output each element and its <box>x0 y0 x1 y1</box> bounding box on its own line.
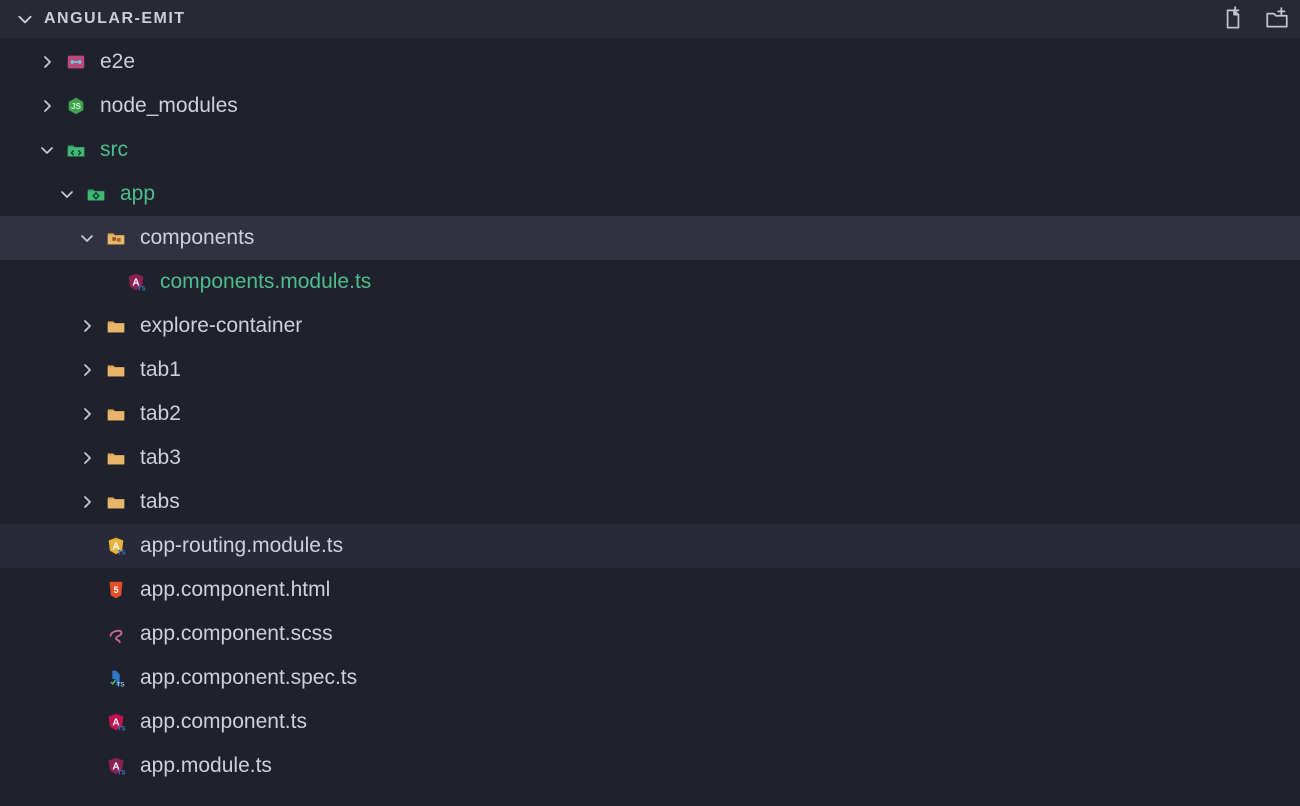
tree-row-app-routing[interactable]: ATS app-routing.module.ts <box>0 524 1300 568</box>
folder-icon <box>104 446 128 470</box>
tree-row-components[interactable]: components <box>0 216 1300 260</box>
tree-label: app.component.scss <box>140 622 333 646</box>
tree-row-node_modules[interactable]: JS node_modules <box>0 84 1300 128</box>
svg-text:TS: TS <box>117 725 126 732</box>
chevron-down-icon[interactable] <box>74 225 100 251</box>
file-scss-icon <box>104 622 128 646</box>
tree-label: app <box>120 182 155 206</box>
folder-icon <box>104 314 128 338</box>
svg-text:TS: TS <box>117 769 126 776</box>
folder-e2e-icon <box>64 50 88 74</box>
tree-label: components.module.ts <box>160 270 371 294</box>
chevron-right-icon[interactable] <box>34 93 60 119</box>
tree-row-app-scss[interactable]: app.component.scss <box>0 612 1300 656</box>
tree-label: app.component.ts <box>140 710 307 734</box>
folder-icon <box>104 402 128 426</box>
chevron-down-icon[interactable] <box>34 137 60 163</box>
file-ng-routing-icon: ATS <box>104 534 128 558</box>
chevron-right-icon[interactable] <box>74 489 100 515</box>
tree-row-src[interactable]: src <box>0 128 1300 172</box>
tree-row-app-module[interactable]: ATS app.module.ts <box>0 744 1300 788</box>
svg-text:5: 5 <box>113 585 118 595</box>
panel-collapse-chevron-icon[interactable] <box>16 10 34 28</box>
file-tree: e2e JS node_modulessrc app components ATS comp… <box>0 38 1300 788</box>
panel-header: ANGULAR-EMIT <box>0 0 1300 38</box>
folder-node-icon: JS <box>64 94 88 118</box>
explorer-panel: ANGULAR-EMIT e2e JS node_modulessrc app comp… <box>0 0 1300 806</box>
folder-icon <box>104 490 128 514</box>
file-ng-module-icon: ATS <box>124 270 148 294</box>
tree-label: tabs <box>140 490 180 514</box>
tree-label: app.component.spec.ts <box>140 666 357 690</box>
folder-components-icon <box>104 226 128 250</box>
chevron-right-icon[interactable] <box>74 401 100 427</box>
file-ng-module-icon: ATS <box>104 754 128 778</box>
tree-label: tab3 <box>140 446 181 470</box>
file-ng-icon: ATS <box>104 710 128 734</box>
panel-title: ANGULAR-EMIT <box>44 10 186 28</box>
tree-row-explore[interactable]: explore-container <box>0 304 1300 348</box>
tree-row-tab3[interactable]: tab3 <box>0 436 1300 480</box>
new-folder-icon[interactable] <box>1264 6 1290 32</box>
tree-label: app-routing.module.ts <box>140 534 343 558</box>
tree-row-components-module[interactable]: ATS components.module.ts <box>0 260 1300 304</box>
svg-text:TS: TS <box>117 549 126 556</box>
new-file-icon[interactable] <box>1220 6 1246 32</box>
chevron-right-icon[interactable] <box>34 49 60 75</box>
folder-icon <box>104 358 128 382</box>
folder-src-icon <box>64 138 88 162</box>
file-spec-icon: TS <box>104 666 128 690</box>
svg-text:TS: TS <box>116 681 125 688</box>
tree-label: components <box>140 226 254 250</box>
tree-label: node_modules <box>100 94 238 118</box>
chevron-right-icon[interactable] <box>74 357 100 383</box>
folder-app-icon <box>84 182 108 206</box>
tree-row-app-html[interactable]: 5 app.component.html <box>0 568 1300 612</box>
tree-row-tabs[interactable]: tabs <box>0 480 1300 524</box>
tree-label: tab1 <box>140 358 181 382</box>
tree-label: app.component.html <box>140 578 330 602</box>
chevron-down-icon[interactable] <box>54 181 80 207</box>
tree-row-app-spec[interactable]: TS app.component.spec.ts <box>0 656 1300 700</box>
file-html-icon: 5 <box>104 578 128 602</box>
tree-label: app.module.ts <box>140 754 272 778</box>
svg-text:JS: JS <box>71 102 82 111</box>
tree-label: tab2 <box>140 402 181 426</box>
tree-label: explore-container <box>140 314 302 338</box>
tree-row-e2e[interactable]: e2e <box>0 40 1300 84</box>
chevron-right-icon[interactable] <box>74 445 100 471</box>
tree-row-tab2[interactable]: tab2 <box>0 392 1300 436</box>
tree-label: e2e <box>100 50 135 74</box>
tree-label: src <box>100 138 128 162</box>
chevron-right-icon[interactable] <box>74 313 100 339</box>
tree-row-tab1[interactable]: tab1 <box>0 348 1300 392</box>
tree-row-app-ts[interactable]: ATS app.component.ts <box>0 700 1300 744</box>
tree-row-app[interactable]: app <box>0 172 1300 216</box>
svg-text:TS: TS <box>137 285 146 292</box>
